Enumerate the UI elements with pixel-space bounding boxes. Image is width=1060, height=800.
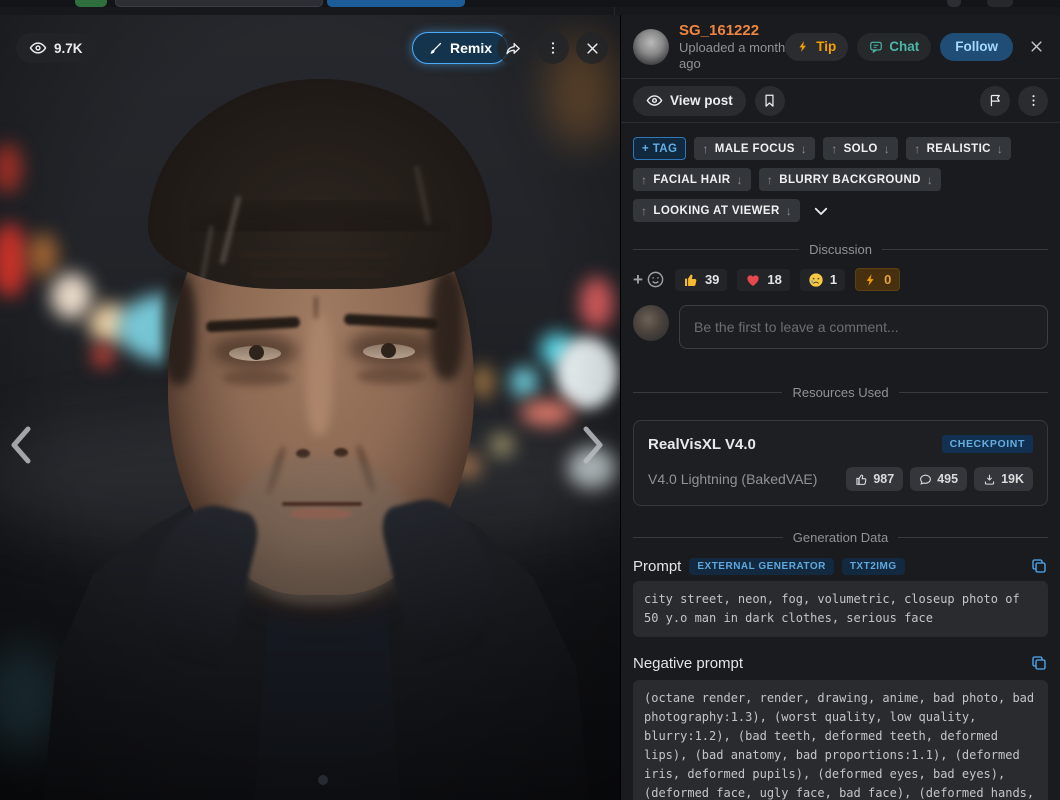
chat-bubble-icon [869,40,883,54]
tag-downvote-icon[interactable]: ↓ [997,142,1003,156]
resource-card[interactable]: RealVisXL V4.0 CHECKPOINT V4.0 Lightning… [633,420,1048,506]
tag-chip[interactable]: ↑ MALE FOCUS ↓ [694,137,816,160]
tag-chip[interactable]: ↑ SOLO ↓ [823,137,899,160]
site-header-icon[interactable] [947,0,961,7]
chat-button[interactable]: Chat [857,32,932,61]
tag-upvote-icon[interactable]: ↑ [914,142,920,156]
reaction-heart[interactable]: 18 [737,268,790,291]
copy-negative-prompt-button[interactable] [1030,654,1048,672]
prompt-text: city street, neon, fog, volumetric, clos… [633,581,1048,637]
image-detail-page: 9.7K Remix SG_161222 Uploaded a month ag… [0,0,1060,800]
creator-avatar[interactable] [633,28,669,65]
view-count-badge: 9.7K [16,33,96,63]
site-cta-button[interactable] [327,0,465,7]
eye-icon [29,39,47,57]
creator-header: SG_161222 Uploaded a month ago Tip Chat [621,15,1060,79]
close-panel-button[interactable] [1025,37,1048,56]
external-generator-badge: EXTERNAL GENERATOR [689,557,834,575]
negative-prompt-text: (octane render, render, drawing, anime, … [633,680,1048,800]
reaction-thumbs-up[interactable]: 39 [674,268,728,291]
tag-chip[interactable]: ↑ BLURRY BACKGROUND ↓ [758,168,942,191]
tag-downvote-icon[interactable]: ↓ [786,204,792,218]
resource-version: V4.0 Lightning (BakedVAE) [648,471,818,487]
close-viewer-button[interactable] [576,32,608,64]
tip-button[interactable]: Tip [785,32,849,61]
discussion-divider: Discussion [633,242,1049,257]
dots-vertical-icon [545,40,561,56]
creator-username[interactable]: SG_161222 [679,22,785,40]
reaction-cry[interactable]: 1 [799,268,846,291]
zap-emoji [864,273,878,287]
resource-type-badge: CHECKPOINT [941,435,1033,453]
tag-downvote-icon[interactable]: ↓ [884,142,890,156]
tag-chip[interactable]: ↑ REALISTIC ↓ [906,137,1012,160]
report-flag-button[interactable] [980,85,1010,116]
header-seam [0,7,1060,15]
resource-downloads[interactable]: 19K [974,467,1033,491]
reaction-zap[interactable]: 0 [855,268,901,291]
image-menu-button[interactable] [537,32,569,64]
upload-time: Uploaded a month ago [679,39,786,71]
view-count: 9.7K [54,40,83,56]
comment-composer [621,297,1060,363]
post-actions-row: View post [621,79,1060,123]
expand-tags-button[interactable] [808,202,834,220]
tag-list: + TAG ↑ MALE FOCUS ↓ ↑ SOLO ↓ ↑ REALISTI… [621,123,1060,232]
tag-chip[interactable]: ↑ LOOKING AT VIEWER ↓ [633,199,801,222]
remix-button[interactable]: Remix [412,32,509,64]
tag-downvote-icon[interactable]: ↓ [736,173,742,187]
tag-upvote-icon[interactable]: ↑ [641,204,647,218]
previous-image-button[interactable] [6,423,36,467]
cry-emoji [808,272,824,288]
close-icon [585,41,600,56]
copy-prompt-button[interactable] [1030,557,1048,575]
comment-icon [919,473,932,486]
site-logo[interactable] [75,0,107,7]
tag-upvote-icon[interactable]: ↑ [641,173,647,187]
resources-divider: Resources Used [633,385,1049,400]
reaction-bar: + 39 18 1 0 [621,257,1060,297]
site-header-sliver [0,0,1060,15]
header-seam-divider [614,7,615,15]
share-button[interactable] [497,32,529,64]
negative-prompt-label: Negative prompt [633,654,744,672]
thumb-up-icon [855,473,868,486]
add-tag-button[interactable]: + TAG [633,137,687,160]
view-post-button[interactable]: View post [633,85,746,116]
resource-title[interactable]: RealVisXL V4.0 [648,436,756,453]
share-icon [505,40,522,57]
post-menu-button[interactable] [1018,85,1048,116]
resource-comments[interactable]: 495 [910,467,968,491]
eye-icon [646,92,663,109]
tag-downvote-icon[interactable]: ↓ [801,142,807,156]
download-icon [983,473,996,486]
tag-upvote-icon[interactable]: ↑ [831,142,837,156]
tag-downvote-icon[interactable]: ↓ [927,173,933,187]
next-image-button[interactable] [578,423,608,467]
bookmark-button[interactable] [754,85,785,116]
zap-icon [797,40,810,53]
tag-chip[interactable]: ↑ FACIAL HAIR ↓ [633,168,751,191]
site-search-input[interactable] [115,0,323,7]
add-reaction-button[interactable]: + [633,270,665,289]
current-user-avatar[interactable] [633,305,669,341]
follow-button[interactable]: Follow [940,32,1013,61]
thumbs-up-emoji [683,272,699,288]
detail-panel: SG_161222 Uploaded a month ago Tip Chat [620,15,1060,800]
resource-likes[interactable]: 987 [846,467,904,491]
txt2img-badge: TXT2IMG [841,557,905,575]
tag-upvote-icon[interactable]: ↑ [767,173,773,187]
remix-label: Remix [450,40,493,56]
prompt-header: Prompt EXTERNAL GENERATOR TXT2IMG [633,557,1048,575]
prompt-label: Prompt [633,557,682,575]
image-viewer: 9.7K Remix [0,15,620,800]
comment-input[interactable] [679,305,1048,349]
heart-emoji [745,272,761,288]
tag-upvote-icon[interactable]: ↑ [702,142,708,156]
smiley-icon [646,270,665,289]
negative-prompt-header: Negative prompt [633,654,1048,672]
generation-data-divider: Generation Data [633,530,1048,545]
brush-icon [428,41,443,56]
site-header-icon[interactable] [987,0,1013,7]
